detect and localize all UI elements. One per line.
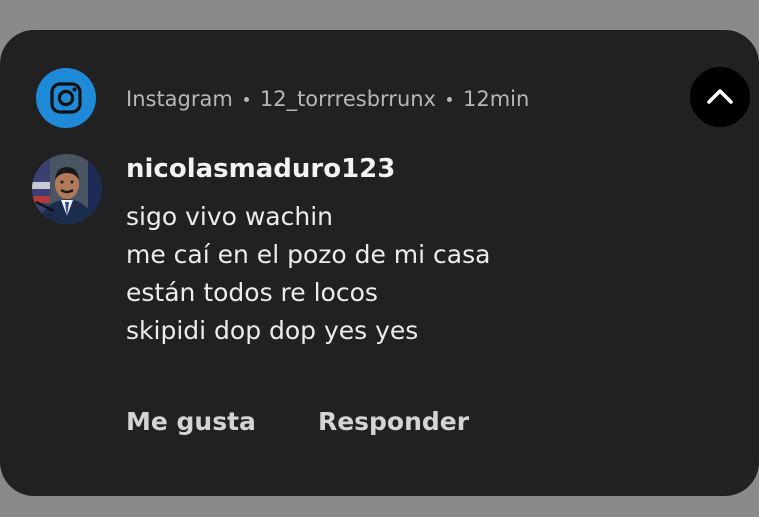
message-line: me caí en el pozo de mi casa (126, 240, 491, 269)
avatar (32, 154, 102, 224)
notification-header: Instagram 12_torrresbrrunx 12min (126, 85, 529, 113)
message-body: sigo vivo wachin me caí en el pozo de mi… (126, 198, 490, 350)
notification-card[interactable]: Instagram 12_torrresbrrunx 12min nicolas… (0, 30, 759, 496)
message-line: skipidi dop dop yes yes (126, 316, 419, 345)
message-line: están todos re locos (126, 278, 378, 307)
collapse-button[interactable] (690, 67, 750, 127)
separator-dot-2 (447, 96, 452, 102)
reply-button[interactable]: Responder (318, 406, 469, 438)
separator-dot-1 (243, 96, 249, 102)
chevron-up-icon (707, 89, 733, 104)
app-name: Instagram (126, 87, 233, 111)
account-name: 12_torrresbrrunx (259, 87, 436, 111)
notification-time: 12min (463, 87, 530, 111)
instagram-icon (36, 68, 96, 128)
sender-name: nicolasmaduro123 (126, 154, 396, 184)
like-button[interactable]: Me gusta (126, 406, 256, 438)
notification-actions: Me gusta Responder (126, 406, 469, 438)
message-line: sigo vivo wachin (126, 202, 334, 231)
